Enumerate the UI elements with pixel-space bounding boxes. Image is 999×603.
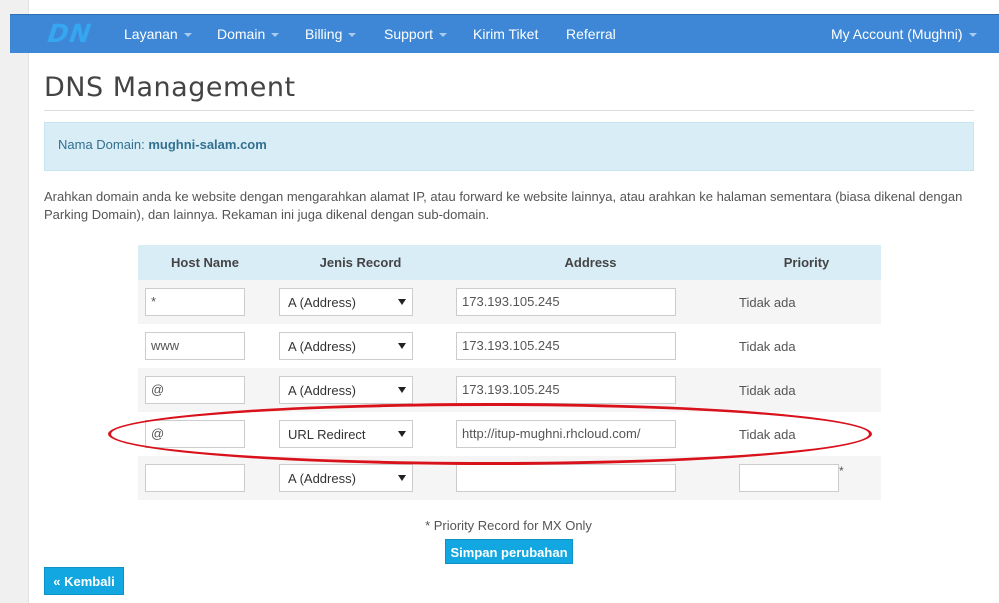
header-jenis-record: Jenis Record bbox=[272, 245, 449, 280]
brand-logo[interactable]: DN bbox=[46, 19, 94, 48]
priority-value: Tidak ada bbox=[732, 412, 881, 456]
table-row: www A (Address) 173.193.105.245 Tidak ad… bbox=[138, 324, 881, 368]
dropdown-arrow-icon bbox=[398, 431, 406, 437]
new-address-input[interactable] bbox=[456, 464, 676, 492]
caret-down-icon bbox=[271, 33, 280, 38]
table-row: * A (Address) 173.193.105.245 Tidak ada bbox=[138, 280, 881, 324]
dropdown-arrow-icon bbox=[398, 387, 406, 393]
nav-kirim-tiket[interactable]: Kirim Tiket bbox=[473, 15, 538, 54]
nav-layanan[interactable]: Layanan bbox=[124, 15, 192, 54]
table-row: @ A (Address) 173.193.105.245 Tidak ada bbox=[138, 368, 881, 412]
priority-value: Tidak ada bbox=[732, 368, 881, 412]
record-type-select[interactable]: A (Address) bbox=[279, 332, 413, 360]
priority-value: Tidak ada bbox=[732, 280, 881, 324]
dropdown-arrow-icon bbox=[398, 343, 406, 349]
address-input[interactable]: 173.193.105.245 bbox=[456, 288, 676, 316]
page-description: Arahkan domain anda ke website dengan me… bbox=[44, 189, 963, 222]
header-address: Address bbox=[449, 245, 732, 280]
caret-down-icon bbox=[348, 33, 357, 38]
new-priority-input[interactable] bbox=[739, 464, 839, 492]
record-type-select[interactable]: A (Address) bbox=[279, 376, 413, 404]
host-input[interactable]: @ bbox=[145, 420, 245, 448]
save-button[interactable]: Simpan perubahan bbox=[445, 539, 573, 564]
priority-required-marker: * bbox=[839, 464, 844, 478]
table-header-row: Host Name Jenis Record Address Priority bbox=[138, 245, 881, 280]
host-input[interactable]: @ bbox=[145, 376, 245, 404]
header-host-name: Host Name bbox=[138, 245, 272, 280]
nav-support[interactable]: Support bbox=[384, 15, 448, 54]
new-record-type-select[interactable]: A (Address) bbox=[279, 464, 413, 492]
host-input[interactable]: www bbox=[145, 332, 245, 360]
record-type-select[interactable]: A (Address) bbox=[279, 288, 413, 316]
address-input[interactable]: 173.193.105.245 bbox=[456, 332, 676, 360]
page-title: DNS Management bbox=[44, 72, 296, 103]
nav-domain[interactable]: Domain bbox=[217, 15, 280, 54]
caret-down-icon bbox=[183, 33, 192, 38]
back-button[interactable]: « Kembali bbox=[44, 567, 124, 595]
top-navbar: DN Layanan Domain Billing Support Kirim … bbox=[10, 14, 999, 53]
domain-info-alert: Nama Domain: mughni-salam.com bbox=[44, 122, 974, 171]
priority-value: Tidak ada bbox=[732, 324, 881, 368]
address-input[interactable]: 173.193.105.245 bbox=[456, 376, 676, 404]
caret-down-icon bbox=[439, 33, 448, 38]
domain-name: mughni-salam.com bbox=[148, 137, 267, 152]
nav-billing[interactable]: Billing bbox=[305, 15, 357, 54]
dropdown-arrow-icon bbox=[398, 299, 406, 305]
nav-my-account[interactable]: My Account (Mughni) bbox=[831, 15, 977, 54]
dropdown-arrow-icon bbox=[398, 475, 406, 481]
header-priority: Priority bbox=[732, 245, 881, 280]
record-type-select[interactable]: URL Redirect bbox=[279, 420, 413, 448]
caret-down-icon bbox=[968, 33, 977, 38]
host-input[interactable]: * bbox=[145, 288, 245, 316]
address-input[interactable]: http://itup-mughni.rhcloud.com/ bbox=[456, 420, 676, 448]
priority-note: * Priority Record for MX Only bbox=[425, 518, 592, 533]
new-host-input[interactable] bbox=[145, 464, 245, 492]
nav-referral[interactable]: Referral bbox=[566, 15, 616, 54]
table-row-new: A (Address) * bbox=[138, 456, 881, 500]
domain-label: Nama Domain: bbox=[58, 137, 145, 152]
title-divider bbox=[44, 110, 974, 111]
dns-records-table: Host Name Jenis Record Address Priority … bbox=[138, 245, 881, 500]
table-row: @ URL Redirect http://itup-mughni.rhclou… bbox=[138, 412, 881, 456]
